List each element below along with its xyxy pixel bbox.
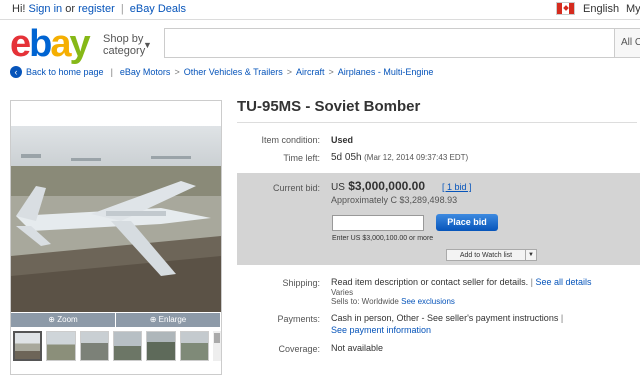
breadcrumb-ebay-motors[interactable]: eBay Motors <box>120 67 171 77</box>
thumbnail-2[interactable] <box>46 331 76 361</box>
breadcrumb: ‹ Back to home page | eBay Motors > Othe… <box>10 66 433 78</box>
sells-to: Sells to: Worldwide See exclusions <box>331 297 455 306</box>
divider: | <box>120 3 124 15</box>
shipping-value: Read item description or contact seller … <box>331 277 592 287</box>
current-price: US $3,000,000.00 <box>331 179 425 193</box>
item-title: TU-95MS - Soviet Bomber <box>237 98 421 115</box>
shop-by-label: Shop by <box>103 33 144 45</box>
thumbnail-4[interactable] <box>113 331 143 361</box>
divider: | <box>110 67 113 77</box>
see-all-details-link[interactable]: See all details <box>535 277 591 287</box>
thumbnail-scrollbar[interactable] <box>213 331 222 361</box>
thumbnail-5[interactable] <box>146 331 176 361</box>
coverage-value: Not available <box>331 343 384 353</box>
category-select[interactable]: All C <box>614 28 640 58</box>
ebay-logo[interactable]: ebay <box>10 24 91 64</box>
greeting: Hi! <box>12 3 26 15</box>
back-to-home-link[interactable]: Back to home page <box>26 67 104 77</box>
shipping-varies: Varies <box>331 288 354 297</box>
canada-flag-icon <box>556 2 575 15</box>
see-exclusions-link[interactable]: See exclusions <box>401 297 455 306</box>
shipping-label: Shipping: <box>282 278 320 288</box>
search-input[interactable] <box>164 28 616 58</box>
breadcrumb-other-vehicles[interactable]: Other Vehicles & Trailers <box>184 67 283 77</box>
language-label: English <box>583 2 620 15</box>
add-to-watch-list-button[interactable]: Add to Watch list ▼ <box>446 249 537 261</box>
approx-price: Approximately C $3,289,498.93 <box>331 195 458 205</box>
image-panel: ⊕ Zoom ⊕ Enlarge <box>10 100 222 375</box>
see-payment-information-link[interactable]: See payment information <box>331 325 431 335</box>
back-arrow-icon: ‹ <box>10 66 22 78</box>
thumbnail-strip <box>11 331 222 371</box>
category-label: category <box>103 45 146 57</box>
enlarge-icon: ⊕ <box>149 315 157 324</box>
condition-value: Used <box>331 135 354 145</box>
breadcrumb-aircraft[interactable]: Aircraft <box>296 67 325 77</box>
enlarge-button[interactable]: ⊕ Enlarge <box>116 313 221 327</box>
my-ebay-link[interactable]: My <box>626 3 640 15</box>
payments-value: Cash in person, Other - See seller's pay… <box>331 313 564 323</box>
condition-label: Item condition: <box>261 135 320 145</box>
divider <box>237 122 637 123</box>
bid-count-link[interactable]: [ 1 bid ] <box>442 182 472 192</box>
place-bid-button[interactable]: Place bid <box>436 214 498 231</box>
current-bid-label: Current bid: <box>272 183 320 193</box>
zoom-button[interactable]: ⊕ Zoom <box>11 313 116 327</box>
thumbnail-3[interactable] <box>79 331 110 361</box>
greeting-text: Hi! Sign in or register | eBay Deals <box>12 3 186 15</box>
ebay-deals-link[interactable]: eBay Deals <box>130 3 186 15</box>
bid-amount-input[interactable] <box>332 215 424 231</box>
top-bar: Hi! Sign in or register | eBay Deals Eng… <box>0 0 640 20</box>
breadcrumb-airplanes-multi-engine[interactable]: Airplanes - Multi-Engine <box>338 67 434 77</box>
thumbnail-6[interactable] <box>179 331 210 361</box>
or-text: or <box>65 3 75 15</box>
chevron-down-icon: ▼ <box>143 40 152 50</box>
register-link[interactable]: register <box>78 3 115 15</box>
main-item-image[interactable] <box>11 126 221 312</box>
thumbnail-1[interactable] <box>13 331 43 361</box>
chevron-down-icon[interactable]: ▼ <box>526 250 536 260</box>
coverage-label: Coverage: <box>278 344 320 354</box>
sign-in-link[interactable]: Sign in <box>29 3 63 15</box>
minimum-bid-note: Enter US $3,000,100.00 or more <box>332 235 434 242</box>
shop-by-category-button[interactable]: Shop by category ▼ <box>103 33 152 57</box>
zoom-icon: ⊕ <box>48 315 55 324</box>
payments-label: Payments: <box>277 314 320 324</box>
image-controls: ⊕ Zoom ⊕ Enlarge <box>11 313 221 327</box>
language-selector[interactable]: English <box>556 2 619 15</box>
time-left-value: 5d 05h (Mar 12, 2014 09:37:43 EDT) <box>331 152 469 163</box>
time-left-label: Time left: <box>283 153 320 163</box>
